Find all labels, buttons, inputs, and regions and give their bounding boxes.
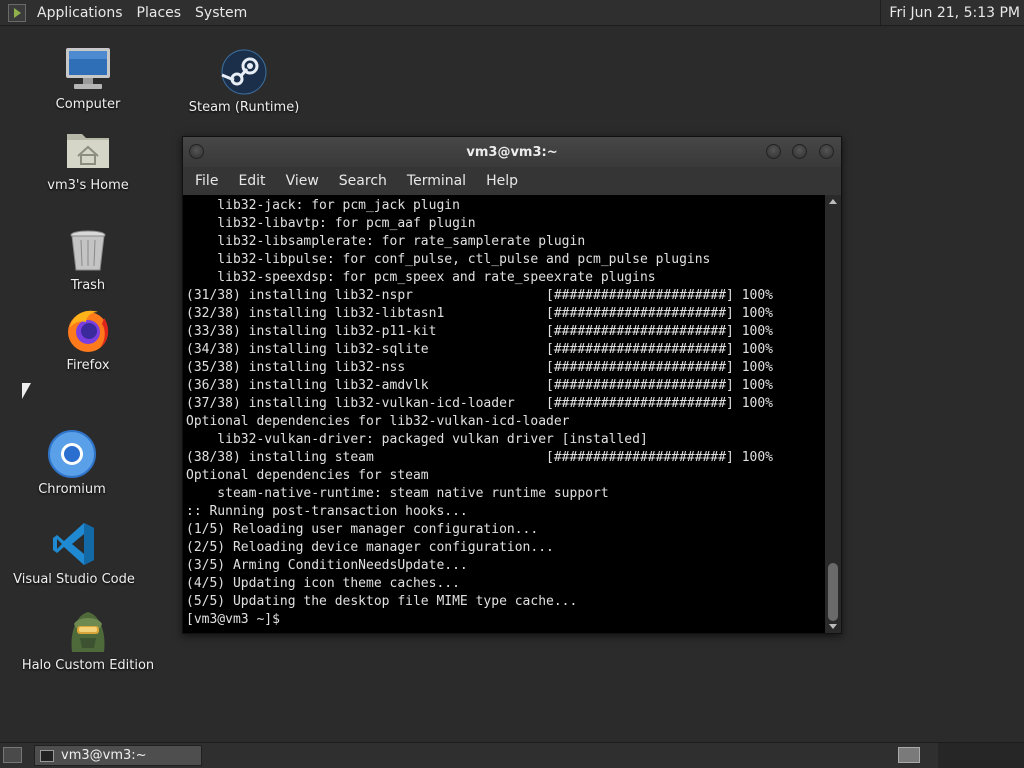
terminal-icon xyxy=(40,749,54,762)
desktop-icon-chromium[interactable]: Chromium xyxy=(0,430,147,497)
terminal-line: (5/5) Updating the desktop file MIME typ… xyxy=(186,594,578,609)
terminal-line: lib32-vulkan-driver: packaged vulkan dri… xyxy=(186,432,648,447)
terminal-line: (1/5) Reloading user manager configurati… xyxy=(186,522,539,537)
terminal-line: (31/38) installing lib32-nspr [#########… xyxy=(186,288,773,303)
terminal-line: lib32-jack: for pcm_jack plugin xyxy=(186,198,460,213)
terminal-line: lib32-speexdsp: for pcm_speex and rate_s… xyxy=(186,270,656,285)
terminal-line: (37/38) installing lib32-vulkan-icd-load… xyxy=(186,396,773,411)
desktop-icon-trash[interactable]: Trash xyxy=(13,226,163,293)
terminal-line: lib32-libavtp: for pcm_aaf plugin xyxy=(186,216,476,231)
terminal-line: (4/5) Updating icon theme caches... xyxy=(186,576,460,591)
desktop-icon-steam[interactable]: Steam (Runtime) xyxy=(169,48,319,115)
clock[interactable]: Fri Jun 21, 5:13 PM xyxy=(880,0,1024,25)
desktop-icon-label: vm3's Home xyxy=(47,178,129,193)
terminal-line: (34/38) installing lib32-sqlite [#######… xyxy=(186,342,773,357)
mouse-cursor xyxy=(22,383,31,399)
desktop-icon-home[interactable]: vm3's Home xyxy=(13,126,163,193)
terminal-line: lib32-libsamplerate: for rate_samplerate… xyxy=(186,234,586,249)
menu-help[interactable]: Help xyxy=(476,173,528,189)
bottom-panel: vm3@vm3:~ xyxy=(0,742,1024,768)
window-title: vm3@vm3:~ xyxy=(466,144,558,160)
scrollbar-thumb[interactable] xyxy=(828,563,838,621)
scroll-down-arrow-icon[interactable] xyxy=(829,624,837,629)
terminal-line: (33/38) installing lib32-p11-kit [######… xyxy=(186,324,773,339)
desktop-icon-label: Firefox xyxy=(66,358,110,373)
desktop-icon-label: Steam (Runtime) xyxy=(188,100,300,115)
terminal-line: (35/38) installing lib32-nss [##########… xyxy=(186,360,773,375)
show-desktop-icon[interactable] xyxy=(3,747,22,763)
close-button[interactable] xyxy=(819,144,834,159)
terminal-menubar: File Edit View Search Terminal Help xyxy=(183,167,841,195)
terminal-line: steam-native-runtime: steam native runti… xyxy=(186,486,609,501)
menu-search[interactable]: Search xyxy=(329,173,397,189)
desktop-icon-label: Chromium xyxy=(38,482,106,497)
window-menu-button[interactable] xyxy=(189,144,204,159)
terminal-line: (32/38) installing lib32-libtasn1 [#####… xyxy=(186,306,773,321)
desktop-icon-label: Computer xyxy=(55,97,121,112)
desktop-icon-label: Visual Studio Code xyxy=(13,572,135,587)
terminal-window[interactable]: vm3@vm3:~ File Edit View Search Terminal… xyxy=(182,136,842,634)
terminal-line: (38/38) installing steam [##############… xyxy=(186,450,773,465)
terminal-line: Optional dependencies for steam xyxy=(186,468,429,483)
terminal-line: :: Running post-transaction hooks... xyxy=(186,504,468,519)
applications-menu[interactable]: Applications xyxy=(33,5,131,21)
terminal-line: (36/38) installing lib32-amdvlk [#######… xyxy=(186,378,773,393)
firefox-icon xyxy=(64,306,112,354)
computer-icon xyxy=(64,45,112,93)
scroll-up-arrow-icon[interactable] xyxy=(829,199,837,204)
desktop-icon-computer[interactable]: Computer xyxy=(13,45,163,112)
main-menu-icon[interactable] xyxy=(8,3,26,22)
menu-view[interactable]: View xyxy=(276,173,329,189)
terminal-line: Optional dependencies for lib32-vulkan-i… xyxy=(186,414,570,429)
minimize-button[interactable] xyxy=(766,144,781,159)
chromium-icon xyxy=(48,430,96,478)
desktop-icon-label: Trash xyxy=(70,278,106,293)
top-panel: Applications Places System Fri Jun 21, 5… xyxy=(0,0,1024,26)
terminal-lines: lib32-jack: for pcm_jack plugin lib32-li… xyxy=(183,195,825,629)
panel-tray-area xyxy=(938,743,1024,768)
window-titlebar[interactable]: vm3@vm3:~ xyxy=(183,137,841,167)
terminal-line: lib32-libpulse: for conf_pulse, ctl_puls… xyxy=(186,252,711,267)
places-menu[interactable]: Places xyxy=(131,5,190,21)
terminal-line: [vm3@vm3 ~]$ xyxy=(186,612,288,627)
desktop-icon-label: Halo Custom Edition xyxy=(21,658,155,673)
workspace-switcher[interactable] xyxy=(898,747,920,763)
vscode-icon xyxy=(50,520,98,568)
terminal-line: (2/5) Reloading device manager configura… xyxy=(186,540,554,555)
desktop-icon-vscode[interactable]: Visual Studio Code xyxy=(0,520,149,587)
taskbar-window-label: vm3@vm3:~ xyxy=(61,748,147,763)
home-folder-icon xyxy=(64,126,112,174)
menu-terminal[interactable]: Terminal xyxy=(397,173,476,189)
desktop-icon-firefox[interactable]: Firefox xyxy=(13,306,163,373)
steam-icon xyxy=(220,48,268,96)
terminal-line: (3/5) Arming ConditionNeedsUpdate... xyxy=(186,558,468,573)
terminal-scrollbar[interactable] xyxy=(825,195,841,633)
taskbar-window-button[interactable]: vm3@vm3:~ xyxy=(34,745,202,766)
maximize-button[interactable] xyxy=(792,144,807,159)
menu-edit[interactable]: Edit xyxy=(228,173,275,189)
halo-icon xyxy=(64,606,112,654)
trash-icon xyxy=(64,226,112,274)
system-menu[interactable]: System xyxy=(189,5,255,21)
menu-file[interactable]: File xyxy=(185,173,228,189)
desktop-icon-halo[interactable]: Halo Custom Edition xyxy=(13,606,163,673)
terminal-output[interactable]: lib32-jack: for pcm_jack plugin lib32-li… xyxy=(183,195,825,633)
